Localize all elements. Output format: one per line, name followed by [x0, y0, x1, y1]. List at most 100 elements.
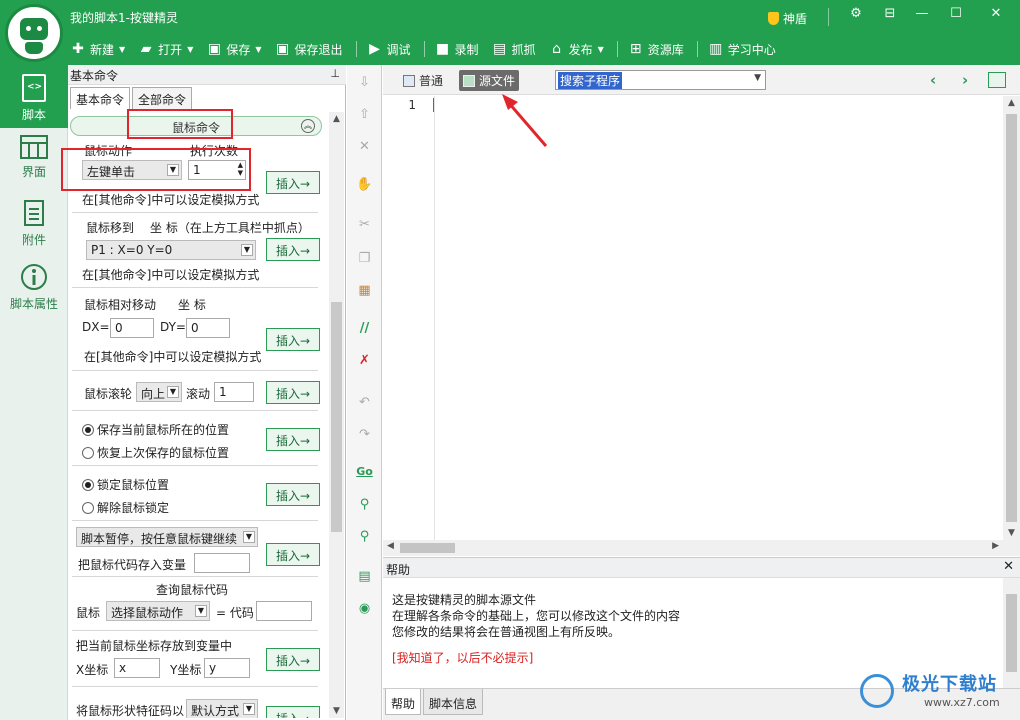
delete-icon[interactable]: ✕	[347, 139, 382, 154]
paste-icon[interactable]: ▦	[347, 283, 382, 298]
scroll-left-icon[interactable]: ◀	[387, 541, 394, 551]
code-field[interactable]	[256, 601, 312, 621]
command-panel-scrollbar[interactable]: ▲ ▼	[329, 112, 344, 718]
store-variable-field[interactable]	[194, 553, 250, 573]
insert-button[interactable]: 插入→	[266, 648, 320, 671]
shendun-button[interactable]: 神盾	[768, 10, 807, 27]
learning-center-button[interactable]: ▥ 学习中心	[708, 41, 776, 58]
y-variable-field[interactable]: y	[204, 658, 250, 678]
editor-horizontal-scrollbar[interactable]: ◀ ▶	[383, 540, 1003, 556]
query-action-select[interactable]: 选择鼠标动作 ▼	[106, 601, 210, 621]
wheel-direction-select[interactable]: 向上 ▼	[136, 382, 182, 402]
scroll-thumb[interactable]	[331, 302, 342, 532]
capture-button[interactable]: ▤ 抓抓	[492, 41, 536, 58]
hand-icon[interactable]: ✋	[347, 177, 382, 192]
insert-button[interactable]: 插入→	[266, 238, 320, 261]
insert-button[interactable]: 插入→	[266, 543, 320, 566]
x-variable-field[interactable]: x	[114, 658, 160, 678]
insert-button[interactable]: 插入→	[266, 483, 320, 506]
dx-field[interactable]: 0	[110, 318, 154, 338]
new-button[interactable]: ✚ 新建 ▼	[70, 41, 125, 58]
variables-icon[interactable]: ▤	[347, 569, 382, 584]
scroll-thumb[interactable]	[1006, 594, 1017, 672]
insert-button[interactable]: 插入→	[266, 171, 320, 194]
tab-source-view[interactable]: 源文件	[459, 70, 520, 91]
close-icon[interactable]: ✕	[986, 6, 1006, 21]
maximize-icon[interactable]: ☐	[946, 6, 966, 21]
redo-icon[interactable]: ↷	[347, 427, 382, 442]
scroll-amount-field[interactable]: 1	[214, 382, 254, 402]
scroll-down-icon[interactable]: ▼	[329, 706, 344, 716]
collapse-up-icon[interactable]: ︽	[301, 119, 315, 133]
minimize-icon[interactable]: —	[912, 6, 932, 21]
scroll-thumb[interactable]	[1006, 114, 1017, 522]
pause-mode-select[interactable]: 脚本暂停，按任意鼠标键继续 ▼	[76, 527, 258, 547]
settings-gear-icon[interactable]: ⚙	[846, 6, 866, 21]
editor-vertical-scrollbar[interactable]: ▲ ▼	[1003, 96, 1020, 540]
dismiss-hint-link[interactable]: [我知道了，以后不必提示]	[392, 650, 1003, 666]
help-title: 帮助	[386, 563, 411, 577]
replace-icon[interactable]: ⚲	[347, 529, 382, 544]
shape-label: 将鼠标形状特征码以	[76, 704, 185, 718]
watermark-text: 极光下载站	[902, 674, 997, 695]
divider	[72, 686, 318, 687]
scroll-up-icon[interactable]: ▲	[329, 114, 344, 124]
nav-item-attachment[interactable]: 附件	[0, 199, 68, 248]
subroutine-search-select[interactable]: 搜索子程序 ▼	[555, 70, 766, 90]
radio-unlock-position[interactable]: 解除鼠标锁定	[82, 499, 169, 516]
point-select[interactable]: P1 : X=0 Y=0 ▼	[86, 240, 256, 260]
scroll-down-icon[interactable]: ▼	[1003, 528, 1020, 538]
dy-field[interactable]: 0	[186, 318, 230, 338]
nav-item-ui[interactable]: 界面	[0, 135, 68, 180]
dx-label: DX=	[82, 320, 110, 334]
goto-icon[interactable]: Go	[347, 465, 382, 478]
tab-normal-view[interactable]: 普通	[399, 70, 447, 91]
comment-icon[interactable]: //	[347, 321, 382, 336]
nav-item-script[interactable]: 脚本	[0, 65, 68, 128]
insert-button[interactable]: 插入→	[266, 706, 320, 718]
annotation-box-action	[61, 148, 251, 191]
help-line: 这是按键精灵的脚本源文件	[392, 593, 537, 607]
open-button[interactable]: ▰ 打开 ▼	[138, 41, 194, 58]
find-icon[interactable]: ⚲	[347, 497, 382, 512]
publish-button[interactable]: ⌂ 发布 ▼	[549, 41, 604, 58]
normal-view-icon	[403, 74, 415, 87]
nav-item-properties[interactable]: 脚本属性	[0, 263, 68, 312]
save-button[interactable]: ▣ 保存 ▼	[206, 41, 262, 58]
insert-button[interactable]: 插入→	[266, 328, 320, 351]
option-label: 保存当前鼠标所在的位置	[97, 423, 230, 437]
copy-icon[interactable]: ❐	[347, 251, 382, 266]
resource-library-button[interactable]: ⊞ 资源库	[628, 41, 684, 58]
scroll-up-icon[interactable]: ▲	[1003, 98, 1020, 108]
scroll-right-icon[interactable]: ▶	[992, 541, 999, 551]
insert-button[interactable]: 插入→	[266, 381, 320, 404]
tab-all-commands[interactable]: 全部命令	[132, 87, 193, 109]
tab-help[interactable]: 帮助	[385, 689, 422, 715]
radio-restore-position[interactable]: 恢复上次保存的鼠标位置	[82, 444, 229, 461]
pin-icon[interactable]: ⊥	[330, 67, 340, 80]
arrow-down-icon[interactable]: ⇩	[347, 75, 382, 90]
source-editor[interactable]: 1	[383, 96, 1003, 540]
tab-basic-commands[interactable]: 基本命令	[70, 87, 131, 109]
undo-icon[interactable]: ↶	[347, 395, 382, 410]
panel-title: 基本命令	[70, 69, 119, 83]
uncomment-icon[interactable]: ✗	[347, 353, 382, 368]
capture-label: 抓抓	[511, 42, 536, 57]
record-button[interactable]: ■ 录制	[435, 41, 479, 58]
arrow-up-icon[interactable]: ⇧	[347, 107, 382, 122]
watch-eye-icon[interactable]: ◉	[347, 601, 382, 616]
layout-toggle-icon[interactable]	[988, 72, 1006, 88]
radio-save-position[interactable]: 保存当前鼠标所在的位置	[82, 421, 229, 438]
close-icon[interactable]: ✕	[1003, 559, 1014, 574]
save-exit-button[interactable]: ▣ 保存退出	[275, 41, 343, 58]
forward-arrow-icon[interactable]: ›	[962, 71, 968, 89]
debug-button[interactable]: ▶ 调试	[367, 41, 410, 58]
cut-icon[interactable]: ✂	[347, 217, 382, 232]
scroll-thumb[interactable]	[400, 543, 455, 553]
skin-menu-icon[interactable]: ⊟	[880, 6, 900, 21]
radio-lock-position[interactable]: 锁定鼠标位置	[82, 476, 169, 493]
insert-button[interactable]: 插入→	[266, 428, 320, 451]
tab-script-info[interactable]: 脚本信息	[423, 689, 484, 715]
shape-mode-select[interactable]: 默认方式 ▼	[186, 699, 258, 718]
back-arrow-icon[interactable]: ‹	[930, 71, 936, 89]
